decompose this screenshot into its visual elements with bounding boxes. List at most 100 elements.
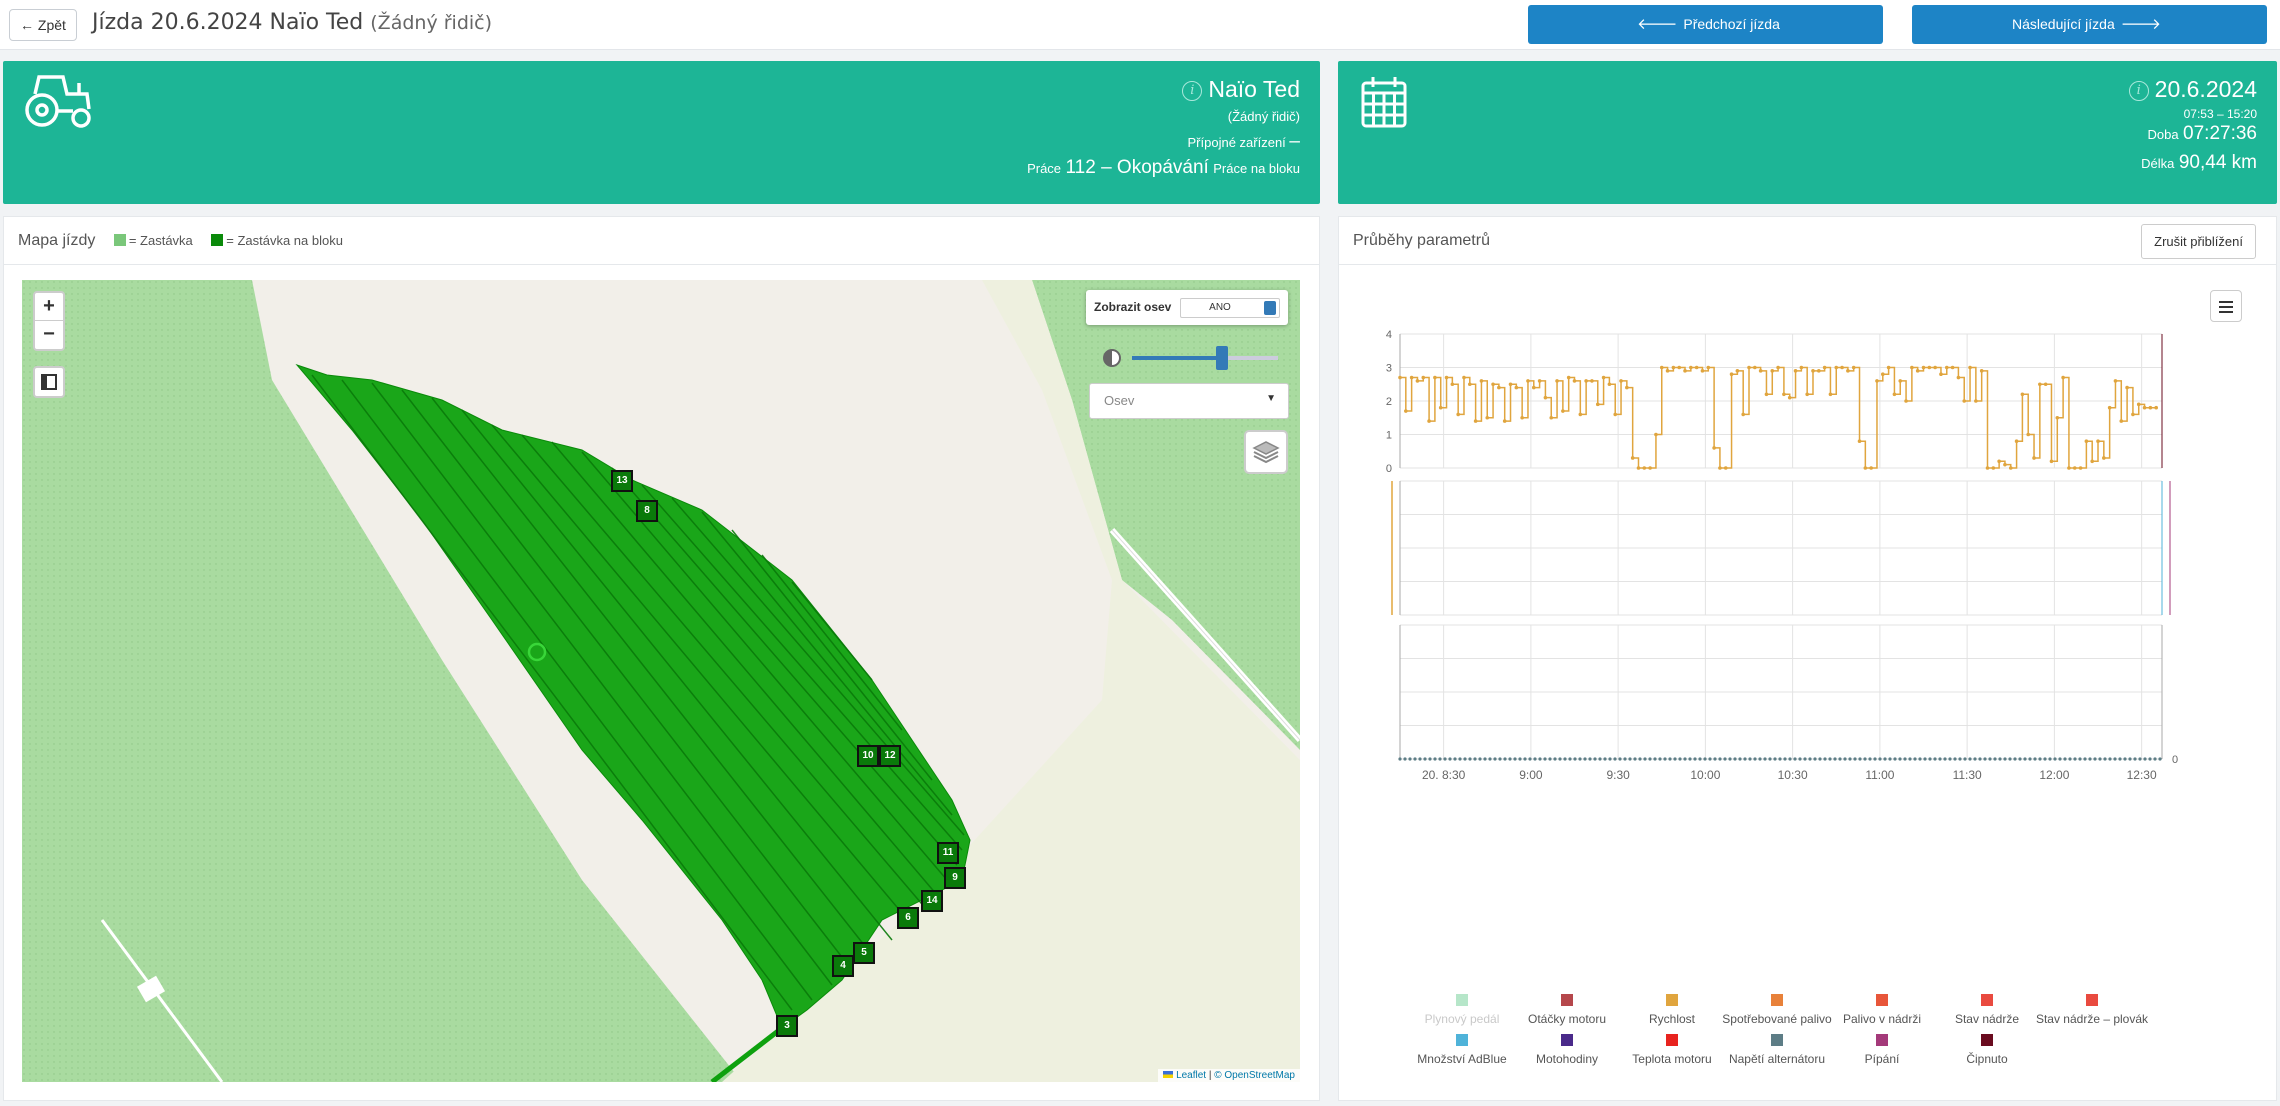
baseline-point: [1408, 757, 1412, 761]
baseline-point: [1753, 757, 1757, 761]
stop-marker[interactable]: 10: [857, 745, 879, 767]
series-point: [1747, 365, 1751, 370]
back-button[interactable]: ← Zpět: [9, 9, 77, 41]
baseline-point: [2158, 757, 2162, 761]
duration-label: Doba: [2147, 127, 2179, 143]
fullscreen-button[interactable]: [33, 366, 65, 398]
x-tick-label: 10:00: [1690, 768, 1720, 782]
legend-item[interactable]: Palivo v nádrži: [1822, 994, 1942, 1026]
legend-item[interactable]: Teplota motoru: [1612, 1034, 1732, 1066]
series-point: [1689, 365, 1693, 370]
legend-label: Napětí alternátoru: [1728, 1052, 1826, 1066]
series-point: [1822, 365, 1827, 370]
baseline-point: [1833, 757, 1837, 761]
osev-select[interactable]: Osev ▼: [1089, 383, 1289, 419]
legend-item[interactable]: Otáčky motoru: [1507, 994, 1627, 1026]
prev-ride-button[interactable]: 🡐 Předchozí jízda: [1528, 5, 1883, 44]
y-tick-label-right: 0: [2172, 754, 2178, 766]
baseline-point: [1828, 757, 1832, 761]
page-title-sub: (Žádný řidič): [370, 12, 493, 34]
stop-marker[interactable]: 13: [611, 470, 633, 492]
baseline-point: [1518, 757, 1522, 761]
reset-zoom-button[interactable]: Zrušit přiblížení: [2141, 224, 2256, 259]
stop-marker[interactable]: 11: [937, 842, 959, 864]
series-point: [1921, 365, 1926, 370]
series-point: [1776, 365, 1780, 370]
legend-label: Otáčky motoru: [1527, 1012, 1607, 1026]
series-point: [1659, 365, 1664, 370]
legend-swatch: [1981, 1034, 1993, 1046]
chart-series: [1400, 366, 2157, 469]
stop-marker[interactable]: 5: [853, 942, 875, 964]
series-point: [2084, 439, 2089, 443]
legend-item[interactable]: Spotřebované palivo: [1717, 994, 1837, 1026]
series-point: [1869, 466, 1873, 470]
chart-menu-button[interactable]: [2210, 290, 2242, 322]
baseline-point: [2128, 757, 2132, 761]
stop-marker[interactable]: 8: [636, 500, 658, 522]
series-point: [1677, 365, 1682, 370]
series-point: [1665, 369, 1670, 373]
work-value: 112 – Okopávání: [1065, 157, 1209, 179]
series-point: [2102, 456, 2106, 460]
series-point: [1549, 415, 1554, 420]
series-point: [1584, 379, 1588, 383]
series-point: [1648, 466, 1652, 470]
show-osev-toggle[interactable]: ANO: [1180, 298, 1280, 318]
prev-ride-label: Předchozí jízda: [1683, 16, 1780, 32]
legend-item[interactable]: Množství AdBlue: [1402, 1034, 1522, 1066]
osev-select-placeholder: Osev: [1104, 393, 1135, 408]
ride-length: Délka 90,44 km: [2129, 151, 2257, 176]
zoom-out-button[interactable]: −: [35, 321, 63, 349]
baseline-point: [2093, 757, 2097, 761]
baseline-point: [1528, 757, 1532, 761]
legend-label: Pípání: [1864, 1052, 1900, 1066]
ride-map[interactable]: 13 8 10 12 11 9 14 6 5 4 3 + − Zobrazit …: [22, 280, 1300, 1082]
date-card: i 20.6.2024 07:53 – 15:20 Doba 07:27:36 D…: [1338, 61, 2277, 204]
stop-marker[interactable]: 3: [776, 1015, 798, 1037]
series-point: [1497, 385, 1501, 390]
legend-item[interactable]: Čipnuto: [1927, 1034, 2047, 1066]
opacity-slider[interactable]: [1102, 344, 1282, 372]
legend-item[interactable]: Stav nádrže: [1927, 994, 2047, 1026]
baseline-point: [2078, 757, 2082, 761]
parameter-chart[interactable]: 4 3 2 1 0 0 20. 8:30 9:00 9:30 10:00 10:30 11:00 11…: [1360, 330, 2240, 990]
series-point: [1502, 419, 1507, 423]
series-point: [2067, 466, 2071, 470]
series-point: [1770, 369, 1775, 373]
series-point: [1485, 415, 1490, 420]
baseline-point: [1713, 757, 1717, 761]
ride-date: 20.6.2024: [2154, 76, 2257, 102]
series-point: [1817, 369, 1821, 373]
vehicle-work: Práce 112 – Okopávání Práce na bloku: [1027, 156, 1300, 181]
legend-item[interactable]: Pípání: [1822, 1034, 1942, 1066]
stop-marker[interactable]: 6: [897, 907, 919, 929]
stop-marker[interactable]: 14: [921, 890, 943, 912]
legend-item[interactable]: Napětí alternátoru: [1717, 1034, 1837, 1066]
legend-label: Množství AdBlue: [1417, 1052, 1507, 1066]
series-point: [2154, 405, 2158, 410]
block-stop-legend-label: = Zastávka na bloku: [226, 233, 343, 248]
legend-item[interactable]: Stav nádrže – plovák: [2032, 994, 2152, 1026]
legend-item[interactable]: Rychlost: [1612, 994, 1732, 1026]
leaflet-link[interactable]: Leaflet: [1176, 1070, 1206, 1081]
series-point: [2136, 402, 2141, 407]
baseline-point: [1793, 757, 1797, 761]
layers-button[interactable]: [1244, 430, 1288, 474]
baseline-point: [1853, 757, 1857, 761]
stop-marker[interactable]: 4: [832, 955, 854, 977]
series-point: [1601, 375, 1606, 380]
legend-item[interactable]: Motohodiny: [1507, 1034, 1627, 1066]
next-ride-button[interactable]: Následující jízda 🡒: [1912, 5, 2267, 44]
stop-marker[interactable]: 9: [944, 867, 966, 889]
x-tick-label: 10:30: [1778, 768, 1808, 782]
baseline-point: [1558, 757, 1562, 761]
legend-item[interactable]: Plynový pedál: [1402, 994, 1522, 1026]
series-point: [1944, 365, 1949, 370]
info-icon[interactable]: i: [1182, 81, 1203, 101]
stop-marker[interactable]: 12: [879, 745, 901, 767]
legend-swatch: [1561, 994, 1573, 1006]
zoom-in-button[interactable]: +: [35, 293, 63, 321]
info-icon[interactable]: i: [2128, 81, 2149, 101]
osm-link[interactable]: © OpenStreetMap: [1214, 1070, 1295, 1081]
